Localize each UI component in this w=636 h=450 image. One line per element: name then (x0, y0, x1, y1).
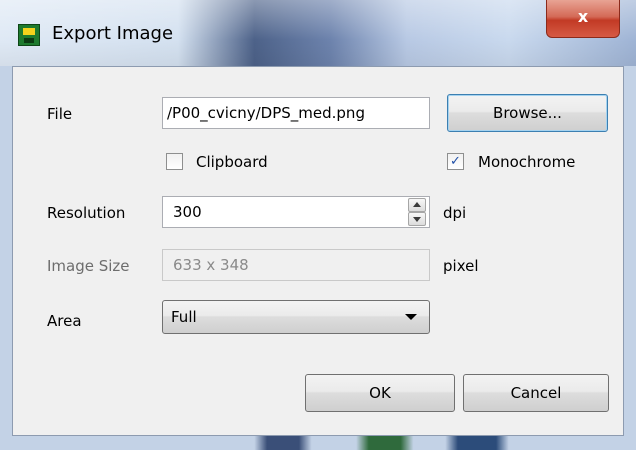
app-icon (18, 24, 40, 46)
resolution-spinner[interactable] (408, 197, 426, 227)
file-path-input[interactable]: /P00_cvicny/DPS_med.png (162, 97, 430, 129)
spin-up-button[interactable] (408, 198, 426, 212)
spin-down-button[interactable] (408, 212, 426, 226)
spin-down-icon (413, 217, 421, 222)
browse-button[interactable]: Browse... (447, 94, 608, 132)
area-label: Area (47, 312, 82, 330)
ok-button[interactable]: OK (305, 374, 455, 412)
resolution-input[interactable]: 300 (162, 196, 430, 228)
area-selected-value: Full (171, 308, 197, 326)
pixel-unit: pixel (443, 257, 479, 275)
window-frame-bottom (0, 436, 636, 450)
monochrome-checkbox[interactable]: ✓ (447, 153, 464, 170)
image-size-field: 633 x 348 (162, 249, 430, 281)
export-image-dialog: Export Image x File /P00_cvicny/DPS_med.… (0, 0, 636, 450)
window-title: Export Image (52, 23, 174, 44)
window-frame-right (624, 66, 636, 450)
window-frame-left (0, 66, 12, 450)
image-size-label: Image Size (47, 257, 130, 275)
clipboard-checkbox[interactable] (166, 153, 183, 170)
clipboard-label[interactable]: Clipboard (196, 153, 268, 171)
area-dropdown[interactable]: Full (162, 300, 430, 334)
dpi-unit: dpi (443, 204, 467, 222)
cancel-button[interactable]: Cancel (463, 374, 609, 412)
spin-up-icon (413, 202, 421, 207)
close-icon: x (577, 7, 589, 26)
file-label: File (47, 105, 73, 123)
checkmark-icon: ✓ (450, 154, 461, 169)
monochrome-label[interactable]: Monochrome (478, 153, 575, 171)
resolution-label: Resolution (47, 204, 126, 222)
chevron-down-icon (405, 314, 417, 320)
close-button[interactable]: x (546, 0, 620, 38)
